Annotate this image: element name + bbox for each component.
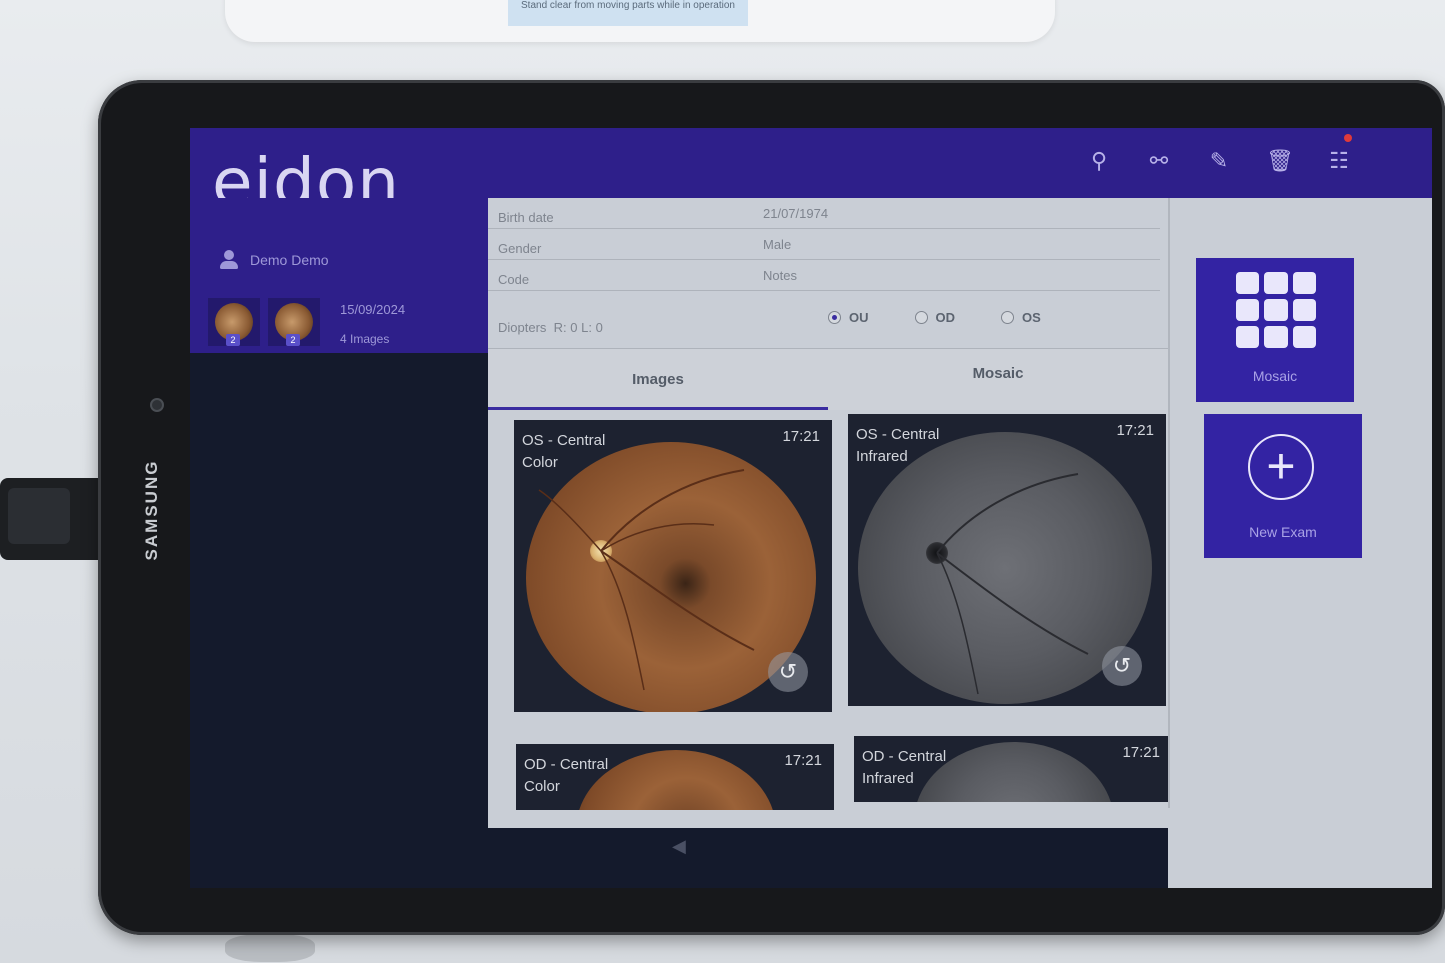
birth-date-label: Birth date bbox=[498, 210, 554, 225]
rotate-icon[interactable]: ↺ bbox=[768, 652, 808, 692]
radio-os-label: OS bbox=[1022, 310, 1041, 325]
patient-panel: Demo Demo 2 2 15/09/2024 4 Images bbox=[190, 198, 488, 353]
panel-divider bbox=[1168, 198, 1170, 808]
brand-label: SAMSUNG bbox=[142, 459, 161, 561]
image-title: OS - Central bbox=[522, 432, 606, 449]
settings-grid-icon[interactable]: ☷ bbox=[1326, 148, 1352, 174]
image-mode: Color bbox=[522, 454, 558, 471]
radio-od-label: OD bbox=[935, 310, 956, 325]
tablet-screen: eidon ⚲ ⚯ ✎ 🗑 ☷ Demo Demo 2 2 15/09/2024… bbox=[190, 128, 1432, 888]
patient-name: Demo Demo bbox=[250, 252, 329, 268]
image-time: 17:21 bbox=[1122, 744, 1160, 761]
exam-thumbnails[interactable]: 2 2 bbox=[208, 298, 320, 346]
radio-os-indicator[interactable] bbox=[1001, 311, 1014, 324]
share-icon[interactable]: ⚲ bbox=[1086, 148, 1112, 174]
exam-date: 15/09/2024 bbox=[340, 302, 406, 317]
tab-mosaic[interactable]: Mosaic bbox=[828, 349, 1168, 411]
image-time: 17:21 bbox=[1116, 422, 1154, 439]
user-icon bbox=[220, 250, 238, 270]
radio-ou-label: OU bbox=[849, 310, 869, 325]
image-title: OD - Central bbox=[524, 756, 609, 773]
radio-od[interactable]: OD bbox=[914, 310, 956, 325]
image-card-os-infrared[interactable]: OS - Central Infrared 17:21 ↺ bbox=[848, 414, 1166, 706]
image-title: OS - Central bbox=[856, 426, 940, 443]
stand-warning-label: Stand clear from moving parts while in o… bbox=[508, 0, 748, 26]
info-row-code: Code Notes bbox=[488, 260, 1160, 291]
image-title: OD - Central bbox=[862, 748, 947, 765]
diopters-value: R: 0 L: 0 bbox=[553, 320, 603, 335]
exam-image-count: 4 Images bbox=[340, 332, 390, 346]
back-icon[interactable]: ◀ bbox=[672, 836, 686, 857]
patient-row[interactable]: Demo Demo bbox=[220, 250, 329, 270]
thumb-count: 2 bbox=[226, 334, 240, 346]
rotate-icon[interactable]: ↺ bbox=[1102, 646, 1142, 686]
eye-selector: OU OD OS bbox=[828, 310, 1041, 325]
image-grid: OS - Central Color 17:21 ↺ OS - Central … bbox=[488, 410, 1172, 828]
new-exam-button-label: New Exam bbox=[1249, 524, 1317, 540]
tab-images[interactable]: Images bbox=[488, 349, 828, 411]
mosaic-grid-icon bbox=[1236, 272, 1316, 348]
radio-os[interactable]: OS bbox=[1001, 310, 1041, 325]
image-mode: Infrared bbox=[862, 770, 914, 787]
camera-icon bbox=[150, 398, 164, 412]
image-card-os-color[interactable]: OS - Central Color 17:21 ↺ bbox=[514, 420, 832, 712]
action-panel: Mosaic + New Exam bbox=[1168, 198, 1432, 888]
mosaic-button-label: Mosaic bbox=[1252, 368, 1298, 384]
plus-icon: + bbox=[1248, 434, 1314, 500]
info-row-birth-date: Birth date 21/07/1974 bbox=[488, 198, 1160, 229]
link-icon[interactable]: ⚯ bbox=[1146, 148, 1172, 174]
diopters-label: Diopters bbox=[498, 320, 547, 335]
trash-icon[interactable]: 🗑 bbox=[1266, 148, 1294, 174]
gender-label: Gender bbox=[498, 241, 542, 256]
birth-date-value: 21/07/1974 bbox=[763, 206, 829, 221]
image-time: 17:21 bbox=[782, 428, 820, 445]
notes-field[interactable]: Notes bbox=[763, 268, 797, 283]
info-row-gender: Gender Male bbox=[488, 229, 1160, 260]
toolbar: ⚲ ⚯ ✎ 🗑 ☷ bbox=[1086, 148, 1352, 174]
exam-thumb-od[interactable]: 2 bbox=[268, 298, 320, 346]
pencil-icon[interactable]: ✎ bbox=[1206, 148, 1232, 174]
diopters: Diopters R: 0 L: 0 bbox=[498, 320, 603, 335]
image-card-od-color[interactable]: OD - Central Color 17:21 bbox=[516, 744, 834, 810]
image-mode: Infrared bbox=[856, 448, 908, 465]
exam-content: Birth date 21/07/1974 Gender Male Code N… bbox=[488, 198, 1172, 828]
image-card-od-infrared[interactable]: OD - Central Infrared 17:21 bbox=[854, 736, 1172, 802]
cable-plug bbox=[8, 488, 70, 544]
top-bar: eidon ⚲ ⚯ ✎ 🗑 ☷ bbox=[190, 128, 1432, 216]
thumb-count: 2 bbox=[286, 334, 300, 346]
notification-dot bbox=[1344, 134, 1352, 142]
radio-ou-indicator[interactable] bbox=[828, 311, 841, 324]
view-tabs: Images Mosaic bbox=[488, 348, 1168, 411]
exam-thumb-os[interactable]: 2 bbox=[208, 298, 260, 346]
new-exam-button[interactable]: + New Exam bbox=[1204, 414, 1362, 558]
gender-value: Male bbox=[763, 237, 792, 252]
stand-foot-left bbox=[225, 934, 315, 962]
image-mode: Color bbox=[524, 778, 560, 795]
radio-od-indicator[interactable] bbox=[914, 311, 928, 324]
code-label: Code bbox=[498, 272, 530, 287]
image-time: 17:21 bbox=[784, 752, 822, 769]
radio-ou[interactable]: OU bbox=[828, 310, 869, 325]
mosaic-button[interactable]: Mosaic bbox=[1196, 258, 1354, 402]
